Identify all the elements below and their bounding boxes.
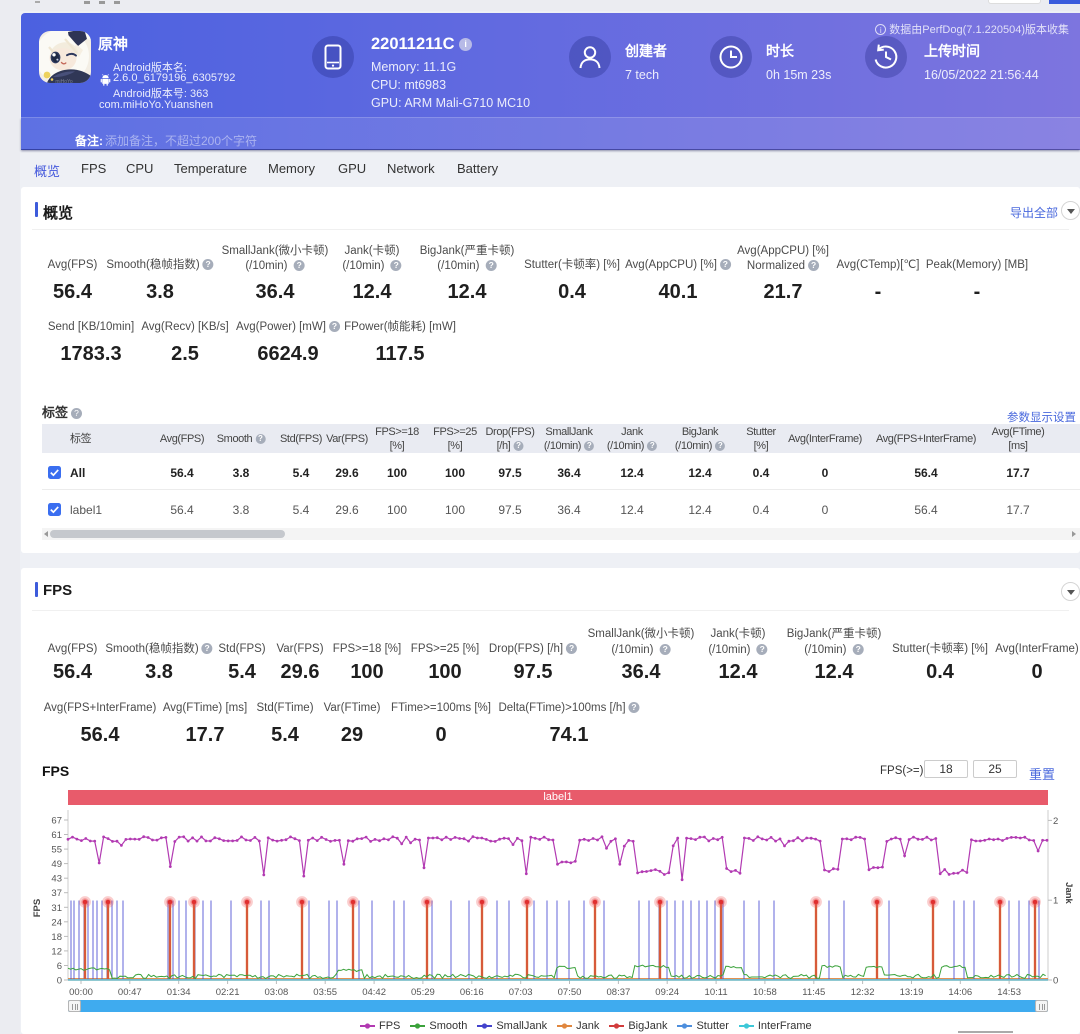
svg-text:08:37: 08:37 (607, 987, 631, 998)
svg-text:00:00: 00:00 (69, 987, 93, 998)
svg-text:6: 6 (57, 961, 62, 972)
svg-text:12:32: 12:32 (851, 987, 875, 998)
svg-text:02:21: 02:21 (216, 987, 240, 998)
svg-text:10:58: 10:58 (753, 987, 777, 998)
svg-text:03:08: 03:08 (265, 987, 289, 998)
svg-text:FPS: FPS (32, 899, 43, 917)
svg-text:05:29: 05:29 (411, 987, 435, 998)
svg-text:0: 0 (1053, 976, 1058, 987)
svg-text:07:03: 07:03 (509, 987, 533, 998)
svg-text:07:50: 07:50 (558, 987, 582, 998)
svg-text:10:11: 10:11 (705, 987, 728, 998)
svg-text:18: 18 (51, 932, 62, 943)
svg-text:24: 24 (51, 917, 62, 928)
svg-text:2: 2 (1053, 816, 1058, 827)
svg-text:09:24: 09:24 (655, 987, 679, 998)
svg-text:31: 31 (51, 903, 62, 914)
svg-text:13:19: 13:19 (900, 987, 924, 998)
svg-text:00:47: 00:47 (118, 987, 142, 998)
svg-text:14:53: 14:53 (997, 987, 1021, 998)
svg-text:03:55: 03:55 (313, 987, 337, 998)
svg-text:Jank: Jank (1063, 882, 1074, 904)
svg-text:55: 55 (51, 845, 62, 856)
svg-text:61: 61 (51, 830, 62, 841)
svg-text:01:34: 01:34 (167, 987, 191, 998)
svg-text:06:16: 06:16 (460, 987, 484, 998)
svg-text:1: 1 (1053, 896, 1058, 907)
svg-text:0: 0 (57, 976, 62, 987)
svg-text:04:42: 04:42 (362, 987, 386, 998)
svg-text:12: 12 (51, 946, 62, 957)
svg-text:67: 67 (51, 816, 62, 827)
svg-text:miHoYo: miHoYo (55, 79, 73, 83)
svg-text:43: 43 (51, 874, 62, 885)
svg-text:14:06: 14:06 (948, 987, 972, 998)
svg-text:37: 37 (51, 888, 62, 899)
svg-text:11:45: 11:45 (802, 987, 825, 998)
svg-text:49: 49 (51, 859, 62, 870)
